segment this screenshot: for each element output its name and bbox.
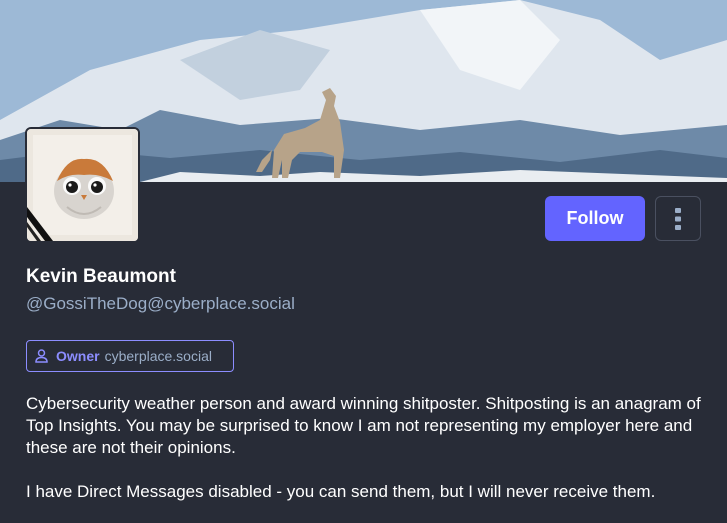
role-domain: cyberplace.social [104, 348, 212, 364]
profile-avatar[interactable] [25, 127, 140, 243]
more-options-button[interactable] [655, 196, 701, 241]
role-badge: Owner cyberplace.social [26, 340, 234, 372]
bio-paragraph: I have Direct Messages disabled - you ca… [26, 482, 656, 501]
display-name: Kevin Beaumont [26, 266, 176, 287]
profile-bio: Cybersecurity weather person and award w… [26, 393, 706, 503]
user-icon [35, 349, 49, 363]
account-handle[interactable]: @GossiTheDog@cyberplace.social [26, 294, 295, 314]
vertical-ellipsis-icon [675, 207, 681, 230]
follow-button[interactable]: Follow [545, 196, 645, 241]
role-label: Owner [56, 348, 100, 364]
bio-paragraph: Cybersecurity weather person and award w… [26, 394, 701, 457]
